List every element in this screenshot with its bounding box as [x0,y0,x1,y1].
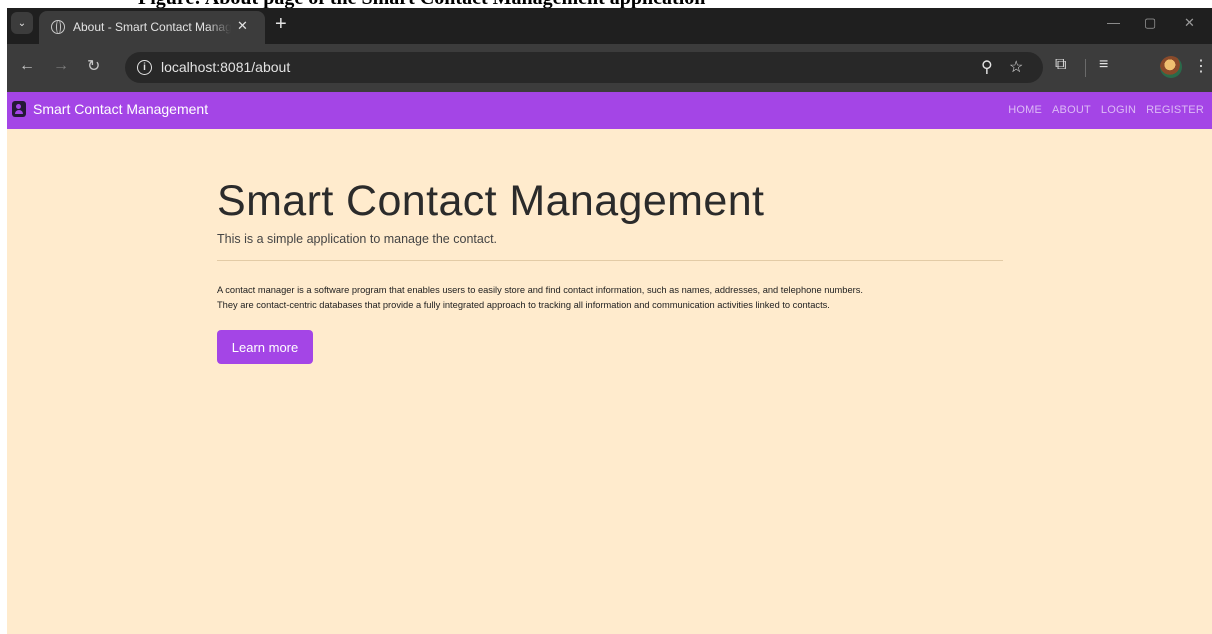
caption-text: Figure: About page of the Smart Contact … [138,0,705,8]
zoom-magnifier-icon[interactable]: ⚲ [981,57,993,77]
nav-link-home[interactable]: HOME [1008,104,1042,116]
page-lead: This is a simple application to manage t… [217,232,498,246]
extensions-icon[interactable]: ⧉ [1055,56,1066,74]
profile-avatar[interactable] [1160,56,1182,78]
contact-card-icon[interactable] [12,101,26,117]
bookmark-star-icon[interactable]: ☆ [1009,57,1023,77]
navbar-links: HOME ABOUT LOGIN REGISTER [1008,104,1204,116]
address-bar[interactable]: i localhost:8081/about ⚲ ☆ [125,52,1043,83]
site-info-icon[interactable]: i [137,60,152,75]
window-close-icon[interactable]: ✕ [1184,15,1195,31]
nav-link-login[interactable]: LOGIN [1101,104,1136,116]
reload-icon[interactable]: ↻ [87,56,100,76]
tab-title: About - Smart Contact Manager [73,20,231,34]
nav-link-about[interactable]: ABOUT [1052,104,1091,116]
learn-more-button[interactable]: Learn more [217,330,313,364]
document-caption: Figure: About page of the Smart Contact … [0,0,1212,8]
address-url[interactable]: localhost:8081/about [161,59,290,75]
kebab-menu-icon[interactable]: ⋮ [1193,56,1209,76]
restore-icon[interactable]: ▢ [1144,15,1156,31]
browser-toolbar: ← → ↻ i localhost:8081/about ⚲ ☆ ⧉ ≡ ⋮ [7,44,1212,92]
browser-tab-about[interactable]: About - Smart Contact Manager ✕ [39,11,265,44]
description-line-2: They are contact-centric databases that … [217,300,830,310]
navbar-brand[interactable]: Smart Contact Management [33,101,208,117]
tab-strip: ⌄ About - Smart Contact Manager ✕ + — ▢ … [7,8,1212,44]
tab-close-icon[interactable]: ✕ [237,18,248,34]
media-controls-icon[interactable]: ≡ [1099,56,1108,74]
forward-arrow-icon[interactable]: → [53,57,69,75]
description-line-1: A contact manager is a software program … [217,285,863,295]
toolbar-separator [1085,59,1086,77]
minimize-icon[interactable]: — [1107,15,1120,30]
divider [217,260,1003,261]
nav-link-register[interactable]: REGISTER [1146,104,1204,116]
globe-icon [51,20,65,34]
web-page: Smart Contact Management HOME ABOUT LOGI… [7,92,1212,634]
back-arrow-icon[interactable]: ← [19,57,35,75]
new-tab-plus-icon[interactable]: + [275,13,287,36]
page-title: Smart Contact Management [217,177,765,225]
tab-search-chevron-icon[interactable]: ⌄ [11,12,33,34]
description: A contact manager is a software program … [217,283,1007,313]
site-navbar: Smart Contact Management HOME ABOUT LOGI… [7,92,1212,129]
browser-window: ⌄ About - Smart Contact Manager ✕ + — ▢ … [7,8,1212,634]
